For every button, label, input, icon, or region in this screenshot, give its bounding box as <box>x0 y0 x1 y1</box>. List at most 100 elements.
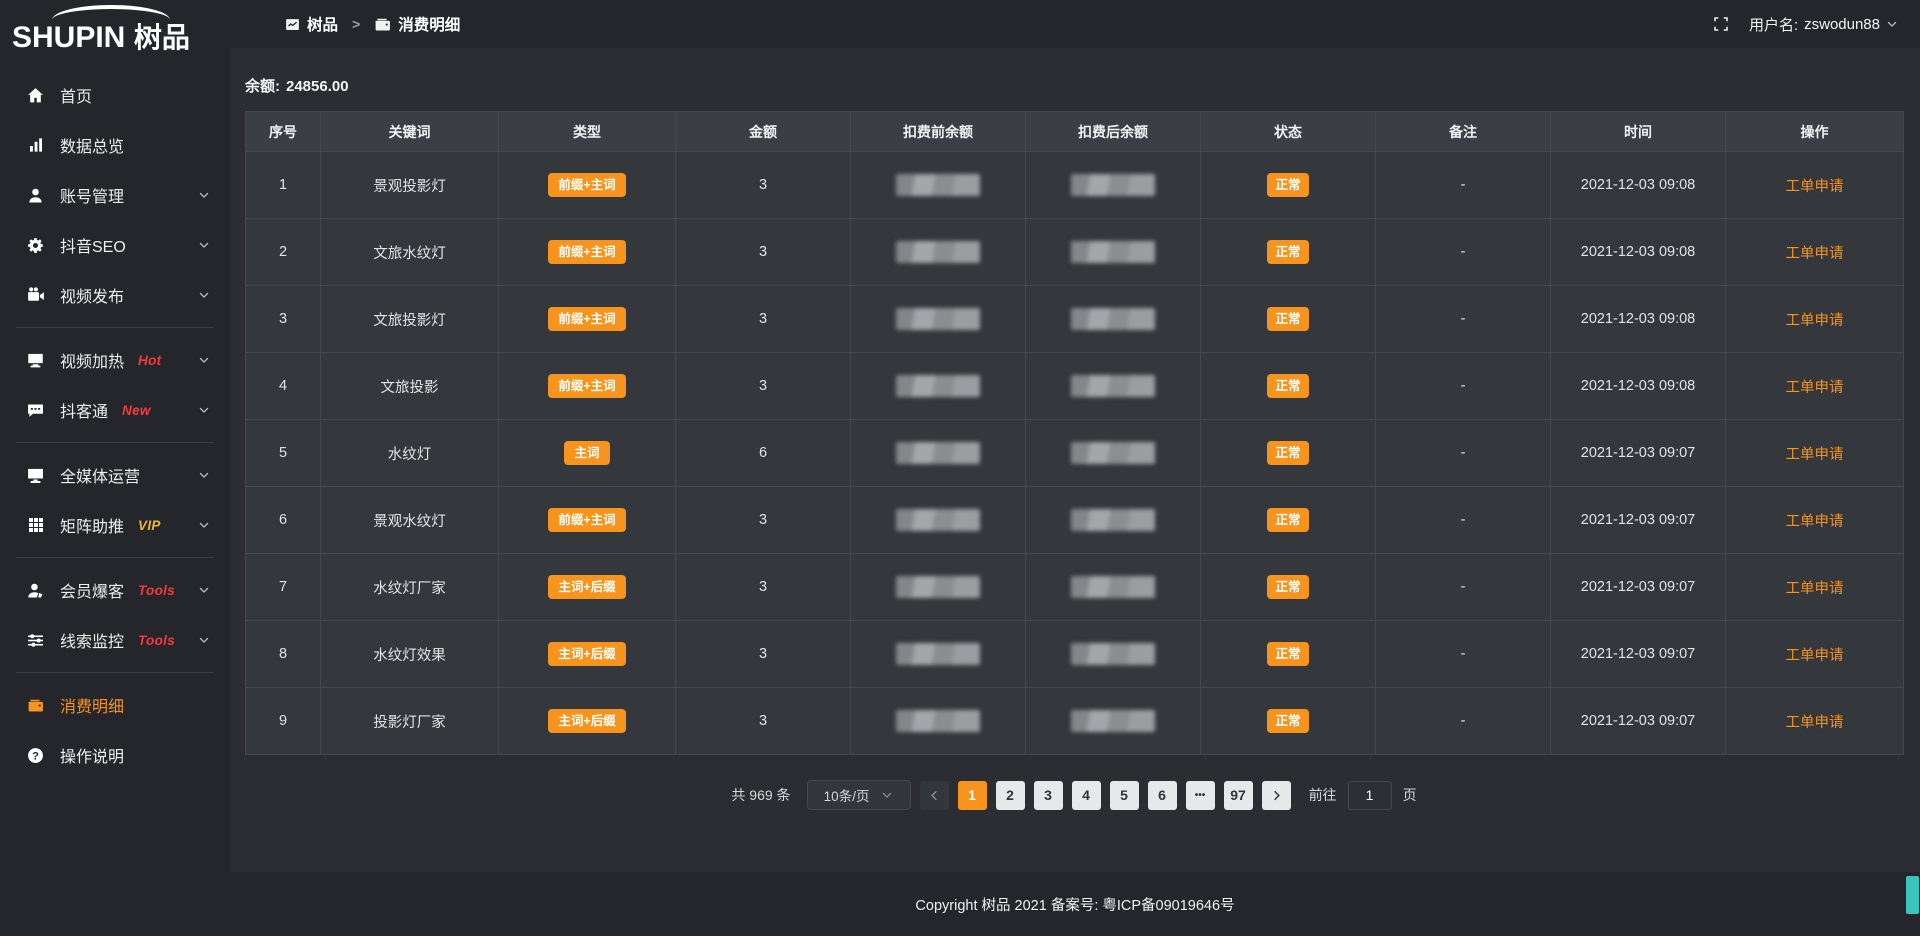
blurred-balance <box>1071 509 1155 531</box>
page-button-4[interactable]: 4 <box>1072 781 1101 810</box>
chevron-down-icon <box>198 634 210 646</box>
status-badge: 正常 <box>1267 575 1308 600</box>
logo-arc-decoration <box>52 5 170 20</box>
blurred-balance <box>896 643 980 665</box>
chevron-down-icon <box>198 189 210 201</box>
page-button-97[interactable]: 97 <box>1224 781 1253 810</box>
prev-page-button[interactable] <box>920 781 949 810</box>
sidebar-item-badge: VIP <box>138 518 161 533</box>
blurred-balance <box>1071 174 1155 196</box>
sidebar-item-线索监控[interactable]: 线索监控Tools <box>0 615 230 665</box>
cell-type: 前缀+主词 <box>499 286 676 353</box>
chevron-down-icon <box>198 354 210 366</box>
sidebar-item-视频发布[interactable]: 视频发布 <box>0 270 230 320</box>
breadcrumb-item[interactable]: 消费明细 <box>374 13 460 35</box>
cell-keyword: 文旅投影 <box>321 353 499 420</box>
blurred-balance <box>896 308 980 330</box>
cell-amount: 3 <box>676 353 851 420</box>
cell-before-balance <box>851 152 1026 219</box>
status-badge: 正常 <box>1267 173 1308 198</box>
sidebar-item-会员爆客[interactable]: 会员爆客Tools <box>0 565 230 615</box>
sidebar-item-badge: Tools <box>138 583 175 598</box>
breadcrumb-item[interactable]: 树品 <box>285 13 338 35</box>
column-header: 关键词 <box>321 112 499 152</box>
username-value: zswodun88 <box>1804 16 1880 33</box>
user-dropdown[interactable]: 用户名: zswodun88 <box>1749 14 1898 35</box>
status-badge: 正常 <box>1267 441 1308 466</box>
sidebar-item-消费明细[interactable]: 消费明细 <box>0 680 230 730</box>
cell-before-balance <box>851 621 1026 688</box>
cell-action: 工单申请 <box>1726 688 1904 755</box>
cell-remark: - <box>1376 152 1551 219</box>
cell-action: 工单申请 <box>1726 219 1904 286</box>
page-button-1[interactable]: 1 <box>958 781 987 810</box>
cell-time: 2021-12-03 09:07 <box>1551 688 1726 755</box>
page-button-5[interactable]: 5 <box>1110 781 1139 810</box>
page-button-6[interactable]: 6 <box>1148 781 1177 810</box>
page-size-select[interactable]: 10条/页 <box>807 780 911 810</box>
cell-type: 前缀+主词 <box>499 152 676 219</box>
fullscreen-icon[interactable] <box>1713 16 1729 32</box>
next-page-button[interactable] <box>1262 781 1291 810</box>
side-widget[interactable] <box>1906 876 1919 914</box>
topbar-right: 用户名: zswodun88 <box>1713 14 1898 35</box>
sidebar-item-矩阵助推[interactable]: 矩阵助推VIP <box>0 500 230 550</box>
table-row: 6景观水纹灯前缀+主词3正常-2021-12-03 09:07工单申请 <box>246 487 1904 554</box>
cell-status: 正常 <box>1201 688 1376 755</box>
cell-status: 正常 <box>1201 420 1376 487</box>
sidebar-item-数据总览[interactable]: 数据总览 <box>0 120 230 170</box>
chevron-down-icon <box>198 239 210 251</box>
pagination-ellipsis[interactable]: ••• <box>1186 781 1215 810</box>
work-order-link[interactable]: 工单申请 <box>1786 246 1844 262</box>
work-order-link[interactable]: 工单申请 <box>1786 179 1844 195</box>
cell-index: 7 <box>246 554 321 621</box>
cell-index: 5 <box>246 420 321 487</box>
grid-icon <box>26 516 45 535</box>
work-order-link[interactable]: 工单申请 <box>1786 648 1844 664</box>
cell-keyword: 水纹灯厂家 <box>321 554 499 621</box>
sidebar-item-操作说明[interactable]: ?操作说明 <box>0 730 230 780</box>
page-button-2[interactable]: 2 <box>996 781 1025 810</box>
cell-amount: 3 <box>676 554 851 621</box>
chevron-down-icon <box>198 519 210 531</box>
table-row: 5水纹灯主词6正常-2021-12-03 09:07工单申请 <box>246 420 1904 487</box>
sidebar-item-抖客通[interactable]: 抖客通New <box>0 385 230 435</box>
column-header: 状态 <box>1201 112 1376 152</box>
monitor-icon <box>26 466 45 485</box>
sidebar-item-视频加热[interactable]: 视频加热Hot <box>0 335 230 385</box>
column-header: 金额 <box>676 112 851 152</box>
cell-time: 2021-12-03 09:07 <box>1551 621 1726 688</box>
cell-time: 2021-12-03 09:07 <box>1551 420 1726 487</box>
arrow-left-icon <box>928 789 941 802</box>
work-order-link[interactable]: 工单申请 <box>1786 313 1844 329</box>
sidebar-item-全媒体运营[interactable]: 全媒体运营 <box>0 450 230 500</box>
sidebar-item-首页[interactable]: 首页 <box>0 70 230 120</box>
chevron-down-icon <box>198 584 210 596</box>
cell-after-balance <box>1026 554 1201 621</box>
sidebar-item-badge: Hot <box>138 353 161 368</box>
cell-remark: - <box>1376 219 1551 286</box>
sidebar-item-label: 消费明细 <box>60 693 124 717</box>
status-badge: 正常 <box>1267 642 1308 667</box>
blurred-balance <box>896 576 980 598</box>
work-order-link[interactable]: 工单申请 <box>1786 581 1844 597</box>
page-button-3[interactable]: 3 <box>1034 781 1063 810</box>
breadcrumb-label: 树品 <box>307 13 338 35</box>
cell-time: 2021-12-03 09:08 <box>1551 286 1726 353</box>
type-badge: 主词+后缀 <box>548 709 625 734</box>
work-order-link[interactable]: 工单申请 <box>1786 715 1844 731</box>
cell-after-balance <box>1026 420 1201 487</box>
chevron-down-icon <box>1886 18 1898 30</box>
blurred-balance <box>1071 710 1155 732</box>
balance-value: 24856.00 <box>286 78 349 95</box>
work-order-link[interactable]: 工单申请 <box>1786 380 1844 396</box>
work-order-link[interactable]: 工单申请 <box>1786 447 1844 463</box>
sidebar-item-badge: Tools <box>138 633 175 648</box>
cell-action: 工单申请 <box>1726 420 1904 487</box>
goto-page-input[interactable] <box>1348 781 1392 810</box>
sidebar-item-账号管理[interactable]: 账号管理 <box>0 170 230 220</box>
column-header: 时间 <box>1551 112 1726 152</box>
work-order-link[interactable]: 工单申请 <box>1786 514 1844 530</box>
sliders-icon <box>26 631 45 650</box>
sidebar-item-抖音SEO[interactable]: 抖音SEO <box>0 220 230 270</box>
